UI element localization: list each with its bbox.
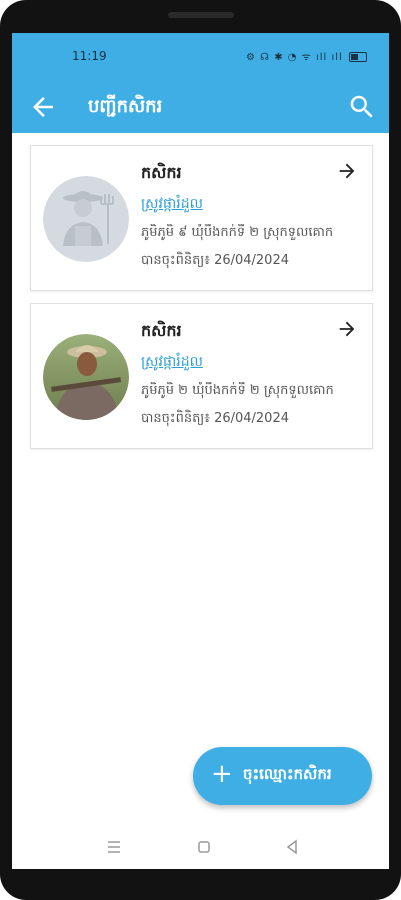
page-title: បញ្ជីកសិករ [88,96,163,117]
farmer-photo [43,334,129,420]
back-button[interactable] [28,92,58,122]
open-arrow-button[interactable] [336,160,358,182]
system-nav-bar [12,825,389,869]
farmer-source-link[interactable]: ស្រូវផ្ការំដួល [141,194,203,215]
farmer-card[interactable]: កសិករ ស្រូវផ្ការំដួល ភូមិភូមិ ២ ឃុំបឹងកក… [30,303,373,449]
battery-icon [349,52,367,62]
back-nav-button[interactable] [282,837,302,857]
farmer-name: កសិករ [141,163,182,182]
triangle-back-icon [286,839,297,855]
status-icons-text: ⚙ ☊ ✱ ◔ ᯤ ıll ıll [245,52,343,63]
home-button[interactable] [194,837,214,857]
arrow-left-icon [33,97,53,117]
avatar-placeholder [43,176,129,262]
register-farmer-button[interactable]: + ចុះឈ្មោះកសិករ [193,747,372,805]
screen: 11:19 ⚙ ☊ ✱ ◔ ᯤ ıll ıll បញ្ជីកសិករ កសិករ… [12,33,389,869]
farmer-source-link[interactable]: ស្រូវផ្ការំដួល [141,352,203,373]
app-bar: បញ្ជីកសិករ [12,81,389,133]
recents-button[interactable] [104,837,124,857]
farmer-date: បានចុះពិនិត្យ៖ 26/04/2024 [141,253,289,268]
status-bar: 11:19 ⚙ ☊ ✱ ◔ ᯤ ıll ıll [12,33,389,81]
plus-icon: + [211,759,233,789]
arrow-right-icon [339,163,355,179]
farmer-name: កសិករ [141,321,182,340]
search-icon [350,95,373,118]
farmer-card[interactable]: កសិករ ស្រូវផ្ការំដួល ភូមិភូមិ ៩ ឃុំបឹងកក… [30,145,373,291]
square-icon [198,841,210,853]
farmer-address: ភូមិភូមិ ៩ ឃុំបឹងកក់ទី ២ ស្រុកទួលគោក [141,225,334,240]
farmer-placeholder-icon [43,176,129,262]
register-farmer-label: ចុះឈ្មោះកសិករ [243,765,332,783]
status-icons: ⚙ ☊ ✱ ◔ ᯤ ıll ıll [246,49,367,63]
farmer-address: ភូមិភូមិ ២ ឃុំបឹងកក់ទី ២ ស្រុកទួលគោក [141,383,334,398]
phone-frame: 11:19 ⚙ ☊ ✱ ◔ ᯤ ıll ıll បញ្ជីកសិករ កសិករ… [0,0,401,900]
speaker [168,12,234,18]
avatar-photo [43,334,129,420]
menu-icon [108,841,120,853]
status-time: 11:19 [72,49,107,63]
search-button[interactable] [347,92,377,122]
open-arrow-button[interactable] [336,318,358,340]
arrow-right-icon [339,321,355,337]
farmer-date: បានចុះពិនិត្យ៖ 26/04/2024 [141,411,289,426]
